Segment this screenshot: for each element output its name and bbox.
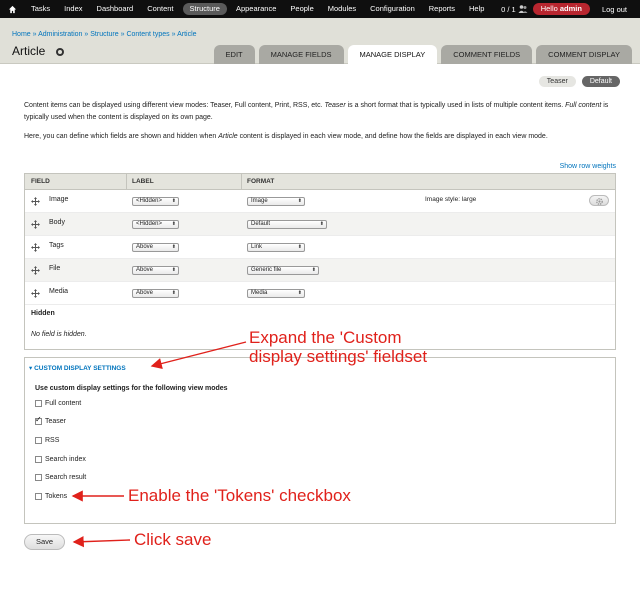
annotation-arrows — [71, 341, 247, 548]
arrow-to-fieldset — [150, 341, 247, 370]
arrow-to-save — [72, 536, 131, 548]
